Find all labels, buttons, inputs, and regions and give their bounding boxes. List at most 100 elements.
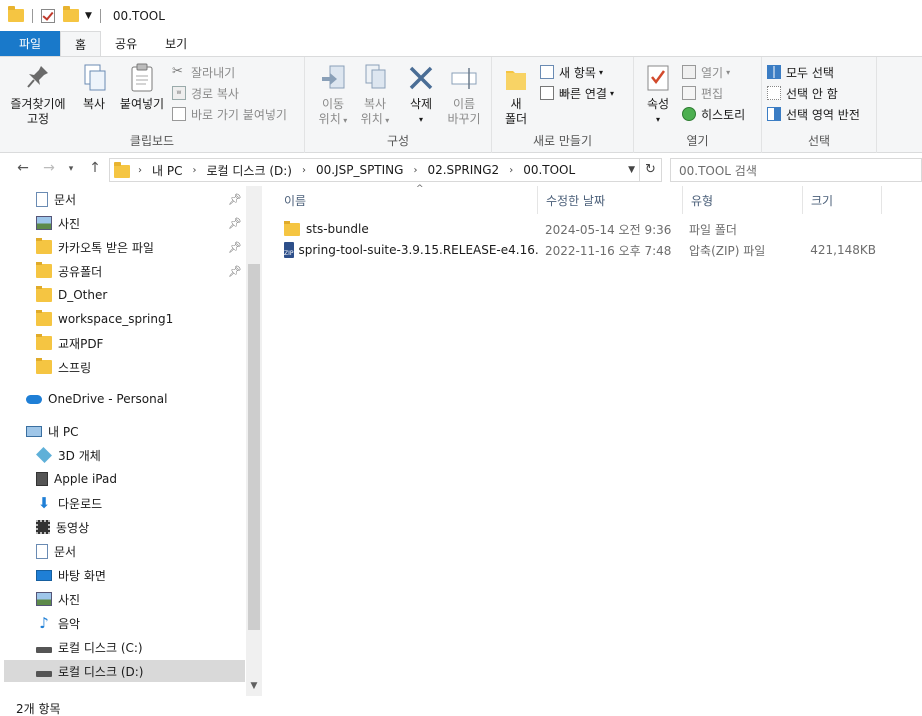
pin-icon[interactable]: 📌︎ [228, 241, 242, 254]
sidebar-item-music[interactable]: ♪ 음악 [4, 612, 245, 634]
sidebar-item-documents[interactable]: 문서 📌︎ [4, 188, 245, 210]
sidebar-item-drive-c[interactable]: 로컬 디스크 (C:) [4, 636, 245, 658]
refresh-icon[interactable]: ↻ [640, 158, 662, 182]
sidebar-scrollbar-thumb[interactable] [248, 264, 260, 630]
invert-selection-icon [767, 107, 781, 121]
document-icon [36, 191, 48, 207]
sidebar-item-textbook-pdf[interactable]: 교재PDF [4, 332, 245, 354]
breadcrumb-spring2[interactable]: 02.SPRING2 [427, 163, 499, 177]
rename-button[interactable]: 이름 바꾸기 [443, 63, 485, 127]
edit-button[interactable]: 편집 [682, 83, 723, 103]
select-none-button[interactable]: 선택 안 함 [767, 83, 838, 103]
drive-icon [36, 671, 52, 677]
pin-to-quick-access-button[interactable]: 즐겨찾기에 고정 [6, 63, 70, 127]
breadcrumb-chevron-icon[interactable]: › [138, 165, 142, 176]
sidebar-item-label: 다운로드 [58, 496, 103, 511]
column-header-date[interactable]: 수정한 날짜 [538, 186, 683, 214]
sidebar-item-3d-objects[interactable]: 3D 개체 [4, 444, 245, 466]
history-button[interactable]: 히스토리 [682, 104, 745, 124]
sidebar-item-kakaotalk[interactable]: 카카오톡 받은 파일 📌︎ [4, 236, 245, 258]
scroll-down-icon[interactable]: ▼ [246, 681, 262, 691]
forward-arrow-icon[interactable]: → [40, 160, 58, 176]
new-folder-quick-icon[interactable] [63, 6, 79, 22]
sidebar-item-drive-d[interactable]: 로컬 디스크 (D:) [4, 660, 245, 682]
copy-to-label-1: 복사 [363, 97, 387, 111]
new-folder-label-2: 폴더 [504, 112, 528, 126]
sidebar-item-spring[interactable]: 스프링 [4, 356, 245, 378]
sidebar-item-d-other[interactable]: D_Other [4, 284, 245, 306]
paste-shortcut-button[interactable]: 바로 가기 붙여넣기 [172, 104, 287, 124]
select-all-label: 모두 선택 [786, 65, 834, 80]
breadcrumb-chevron-icon[interactable]: › [192, 165, 196, 176]
new-folder-button[interactable]: 새 폴더 [498, 63, 534, 127]
sidebar-item-onedrive[interactable]: OneDrive - Personal [4, 388, 245, 410]
video-icon [36, 520, 50, 534]
desktop-icon [36, 569, 52, 581]
tab-share[interactable]: 공유 [101, 31, 151, 56]
invert-selection-button[interactable]: 선택 영역 반전 [767, 104, 860, 124]
breadcrumb-drive-d[interactable]: 로컬 디스크 (D:) [206, 162, 291, 179]
sidebar-item-pictures[interactable]: 사진 📌︎ [4, 212, 245, 234]
tab-home[interactable]: 홈 [60, 31, 102, 56]
column-header-size[interactable]: 크기 [803, 186, 882, 214]
search-input[interactable]: 00.TOOL 검색 [670, 158, 922, 182]
paste-button[interactable]: 붙여넣기 [116, 63, 168, 112]
sidebar-item-videos[interactable]: 동영상 [4, 516, 245, 538]
copy-button[interactable]: 복사 [74, 63, 114, 112]
select-all-button[interactable]: 모두 선택 [767, 62, 834, 82]
cloud-icon [26, 394, 42, 404]
easy-access-button[interactable]: 빠른 연결 ▾ [540, 83, 614, 103]
breadcrumb-chevron-icon[interactable]: › [509, 165, 513, 176]
properties-button[interactable]: 속성 ▾ [640, 63, 676, 127]
address-dropdown-icon[interactable]: ▼ [628, 165, 635, 175]
breadcrumb-chevron-icon[interactable]: › [413, 165, 417, 176]
easy-access-icon [540, 86, 554, 100]
sidebar-item-pc-pictures[interactable]: 사진 [4, 588, 245, 610]
download-icon: ⬇ [37, 494, 51, 512]
pin-icon[interactable]: 📌︎ [228, 265, 242, 278]
copy-to-button[interactable]: 복사 위치 ▾ [355, 63, 395, 128]
tab-view[interactable]: 보기 [151, 31, 201, 56]
copy-path-button[interactable]: ᴡ 경로 복사 [172, 83, 239, 103]
move-label-2: 위치 ▾ [313, 112, 353, 128]
tab-file[interactable]: 파일 [0, 31, 60, 56]
sidebar-item-downloads[interactable]: ⬇ 다운로드 [4, 492, 245, 514]
move-to-button[interactable]: 이동 위치 ▾ [313, 63, 353, 128]
sidebar-item-label: workspace_spring1 [58, 312, 174, 326]
copy-to-label-2: 위치 ▾ [355, 112, 395, 128]
breadcrumb-tool[interactable]: 00.TOOL [523, 163, 575, 177]
cut-button[interactable]: ✂ 잘라내기 [172, 62, 235, 82]
sidebar-item-pc-documents[interactable]: 문서 [4, 540, 245, 562]
new-group-label: 새로 만들기 [532, 134, 592, 148]
file-row-spring-tool-suite[interactable]: ZIP spring-tool-suite-3.9.15.RELEASE-e4.… [284, 240, 884, 260]
open-button[interactable]: 열기 ▾ [682, 62, 730, 82]
sidebar-item-label: 스프링 [58, 360, 92, 375]
customize-quick-access-icon[interactable]: ▼ [85, 11, 92, 21]
breadcrumb-chevron-icon[interactable]: › [302, 165, 306, 176]
new-item-button[interactable]: 새 항목 ▾ [540, 62, 603, 82]
chevron-down-icon: ▾ [655, 115, 660, 124]
document-icon [36, 543, 48, 559]
pin-icon[interactable]: 📌︎ [228, 217, 242, 230]
recent-locations-chevron-icon[interactable]: ▾ [62, 164, 80, 174]
up-arrow-icon[interactable]: ↑ [86, 160, 104, 176]
file-name-cell: sts-bundle [284, 219, 538, 239]
sidebar-item-desktop[interactable]: 바탕 화면 [4, 564, 245, 586]
delete-button[interactable]: 삭제 ▾ [401, 63, 441, 127]
sidebar-item-apple-ipad[interactable]: Apple iPad [4, 468, 245, 490]
ribbon: 즐겨찾기에 고정 복사 붙여넣기 ✂ 잘라내기 ᴡ 경로 복사 바로 가기 붙여… [0, 56, 922, 153]
address-bar[interactable]: › 내 PC › 로컬 디스크 (D:) › 00.JSP_SPTING › 0… [109, 158, 640, 182]
column-header-type[interactable]: 유형 [683, 186, 803, 214]
column-header-name[interactable]: 이름 ^ [276, 184, 538, 214]
properties-quick-icon[interactable] [41, 8, 55, 23]
breadcrumb-jsp-spting[interactable]: 00.JSP_SPTING [316, 163, 403, 177]
divider [32, 8, 33, 23]
back-arrow-icon[interactable]: ← [14, 160, 32, 176]
sidebar-item-this-pc[interactable]: 내 PC [4, 420, 245, 442]
pin-label-2: 고정 [26, 112, 50, 126]
sidebar-item-workspace-spring1[interactable]: workspace_spring1 [4, 308, 245, 330]
breadcrumb-this-pc[interactable]: 내 PC [152, 162, 182, 179]
file-row-sts-bundle[interactable]: sts-bundle 2024-05-14 오전 9:36 파일 폴더 [284, 219, 884, 239]
sidebar-item-shared-folder[interactable]: 공유폴더 📌︎ [4, 260, 245, 282]
pin-icon[interactable]: 📌︎ [228, 193, 242, 206]
